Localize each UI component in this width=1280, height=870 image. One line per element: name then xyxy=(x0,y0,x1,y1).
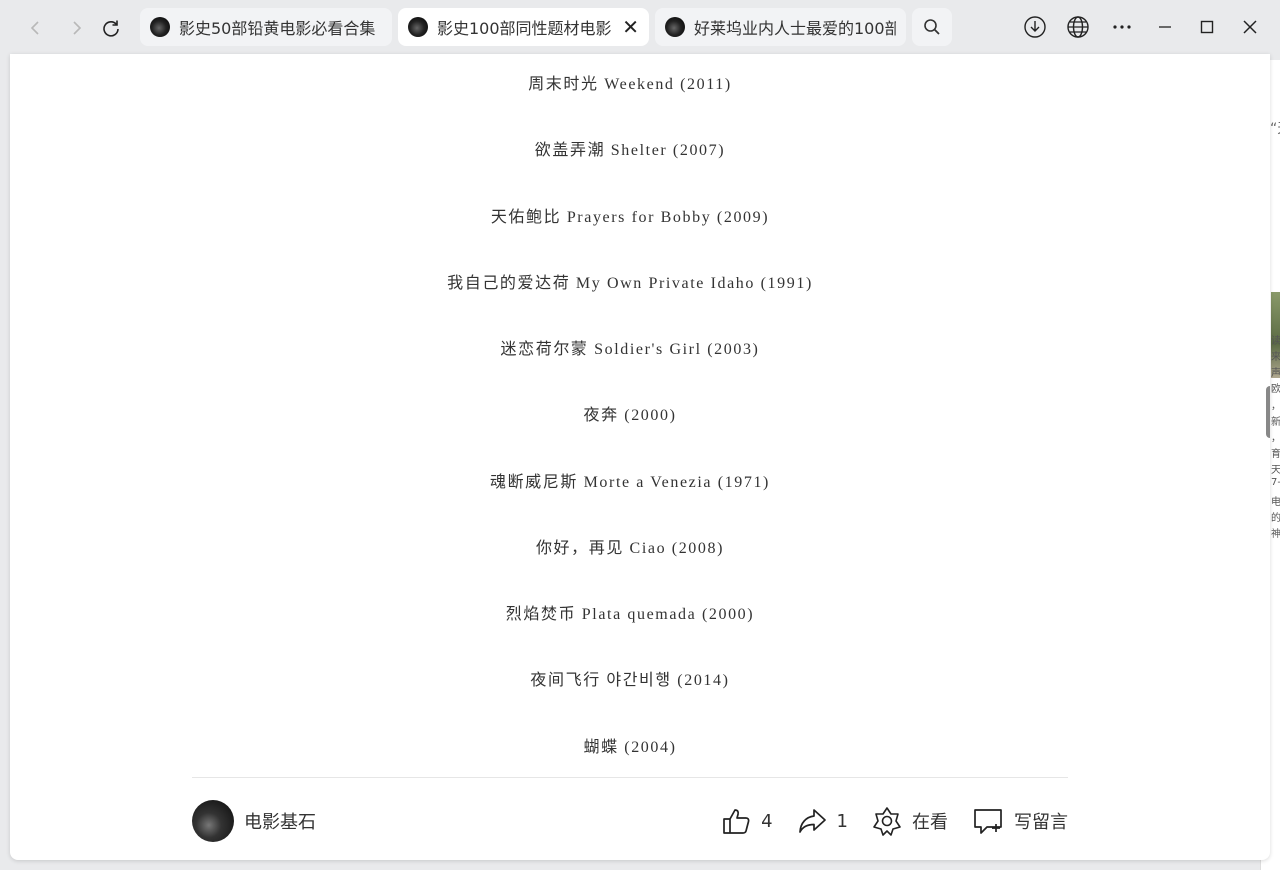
more-button[interactable] xyxy=(1107,12,1137,42)
chevron-left-icon xyxy=(30,21,39,35)
watching-button[interactable]: 在看 xyxy=(872,806,948,836)
forward-button[interactable] xyxy=(62,14,90,42)
film-title: 周末时光 Weekend (2011) xyxy=(528,76,732,93)
background-text-char: 来 xyxy=(1271,352,1280,363)
tab-0[interactable]: 影史50部铅黄电影必看合集 xyxy=(140,8,392,46)
background-text-char: ， xyxy=(1271,433,1280,444)
film-title: 我自己的爱达荷 My Own Private Idaho (1991) xyxy=(447,275,813,292)
refresh-button[interactable] xyxy=(97,14,125,42)
watching-label: 在看 xyxy=(912,812,948,833)
globe-button[interactable] xyxy=(1063,12,1093,42)
footer-divider xyxy=(192,777,1068,778)
film-title: 魂断威尼斯 Morte a Venezia (1971) xyxy=(489,474,770,491)
article-footer: 电影基石 4 1 在看 写留言 xyxy=(192,799,1068,843)
tab-close-button[interactable]: ✕ xyxy=(622,15,639,39)
comment-icon xyxy=(974,809,1002,834)
like-button[interactable]: 4 xyxy=(721,806,773,836)
tab-favicon xyxy=(665,17,685,37)
background-text-char: ， xyxy=(1271,401,1280,412)
close-icon xyxy=(1243,20,1257,34)
tab-favicon xyxy=(150,17,170,37)
film-title: 夜奔 (2000) xyxy=(583,407,677,424)
like-count: 4 xyxy=(761,810,773,832)
film-title: 欲盖弄潮 Shelter (2007) xyxy=(534,142,726,159)
download-button[interactable] xyxy=(1020,12,1050,42)
background-text-char: 7- xyxy=(1271,477,1280,488)
film-title: 你好，再见 Ciao (2008) xyxy=(535,540,725,557)
download-icon xyxy=(1024,16,1046,38)
star-flower-icon xyxy=(873,807,901,836)
background-text-char: 读 xyxy=(1271,336,1280,347)
background-text-char: 神 xyxy=(1271,529,1280,540)
browser-titlebar: 影史50部铅黄电影必看合集 影史100部同性题材电影 ✕ 好莱坞业内人士最爱的1… xyxy=(0,0,1280,54)
refresh-icon xyxy=(103,20,119,37)
background-text-char: 新 xyxy=(1271,417,1280,428)
share-button[interactable]: 1 xyxy=(797,806,848,836)
tab-search-button[interactable] xyxy=(912,8,952,46)
search-icon xyxy=(924,19,940,35)
film-title: 夜间飞行 야간비행 (2014) xyxy=(530,672,730,689)
chevron-right-icon xyxy=(73,21,82,35)
background-text-char: 电 xyxy=(1271,497,1280,508)
tab-title: 影史50部铅黄电影必看合集 xyxy=(179,19,376,38)
minimize-button[interactable] xyxy=(1150,12,1180,42)
share-icon xyxy=(798,809,826,833)
tab-favicon xyxy=(408,17,428,37)
maximize-button[interactable] xyxy=(1192,12,1222,42)
globe-icon xyxy=(1067,16,1089,38)
minimize-icon xyxy=(1159,26,1171,28)
film-title: 蝴蝶 (2004) xyxy=(583,739,677,756)
tab-title: 影史100部同性题材电影 xyxy=(437,19,612,38)
background-text-char: 欧 xyxy=(1271,384,1280,395)
film-title: 迷恋荷尔蒙 Soldier's Girl (2003) xyxy=(500,341,760,358)
maximize-icon xyxy=(1200,20,1214,34)
background-text-char: 天 xyxy=(1271,465,1280,476)
article-window: 周末时光 Weekend (2011) 欲盖弄潮 Shelter (2007) … xyxy=(10,54,1270,860)
vertical-scrollbar[interactable] xyxy=(1266,386,1270,438)
background-text-char: 声 xyxy=(1271,368,1280,379)
film-title: 天佑鲍比 Prayers for Bobby (2009) xyxy=(490,209,770,226)
share-count: 1 xyxy=(836,810,848,832)
comment-label: 写留言 xyxy=(1014,812,1068,833)
thumbs-up-icon xyxy=(723,809,750,834)
footer-actions: 4 1 在看 写留言 xyxy=(697,806,1068,836)
author-avatar[interactable] xyxy=(192,800,234,842)
comment-button[interactable]: 写留言 xyxy=(972,806,1068,836)
background-quote: “天 xyxy=(1270,121,1280,137)
back-button[interactable] xyxy=(22,14,50,42)
film-title: 烈焰焚币 Plata quemada (2000) xyxy=(505,606,755,623)
close-window-button[interactable] xyxy=(1235,12,1265,42)
author-name[interactable]: 电影基石 xyxy=(244,808,316,834)
tab-2[interactable]: 好莱坞业内人士最爱的100部电 xyxy=(655,8,906,46)
tab-title: 好莱坞业内人士最爱的100部电 xyxy=(694,19,896,38)
background-text-char: 的 xyxy=(1271,513,1280,524)
background-text-char: 育 xyxy=(1271,449,1280,460)
tab-1[interactable]: 影史100部同性题材电影 ✕ xyxy=(398,8,649,46)
more-icon xyxy=(1113,25,1131,29)
